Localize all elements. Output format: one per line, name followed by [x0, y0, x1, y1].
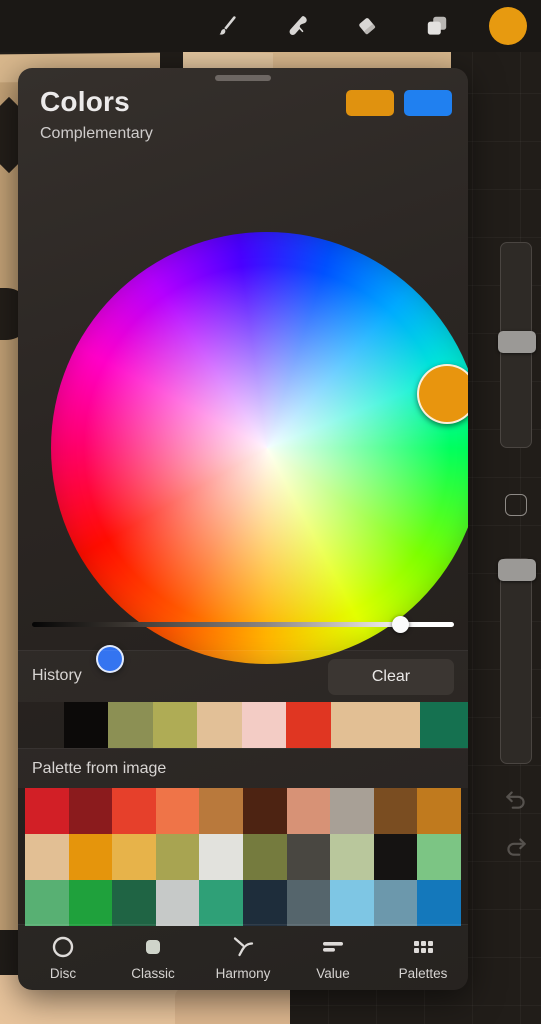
- tab-value[interactable]: Value: [288, 925, 378, 990]
- palette-swatch[interactable]: [417, 834, 461, 880]
- palette-swatch[interactable]: [112, 880, 156, 926]
- layers-tool-button[interactable]: [415, 4, 459, 48]
- tab-disc[interactable]: Disc: [18, 925, 108, 990]
- header-color-swatches: [346, 90, 452, 116]
- tab-harmony-label: Harmony: [215, 965, 271, 981]
- undo-button[interactable]: [503, 786, 529, 812]
- palette-swatch[interactable]: [112, 788, 156, 834]
- circle-outline-icon: [51, 935, 75, 959]
- tab-harmony[interactable]: Harmony: [198, 925, 288, 990]
- palette-swatch[interactable]: [155, 834, 200, 880]
- palette-swatch[interactable]: [417, 880, 461, 926]
- colors-panel: Colors Complementary History Clear Palet…: [18, 68, 468, 990]
- palette-swatch[interactable]: [373, 834, 418, 880]
- palette-swatch[interactable]: [25, 880, 69, 926]
- palette-swatch[interactable]: [417, 788, 461, 834]
- grid-icon: [410, 935, 436, 959]
- active-color-button[interactable]: [489, 7, 527, 45]
- palette-swatch[interactable]: [68, 788, 113, 834]
- primary-color-handle[interactable]: [417, 364, 468, 424]
- history-swatch[interactable]: [286, 702, 331, 748]
- palette-swatch[interactable]: [286, 788, 331, 834]
- palette-swatch[interactable]: [112, 834, 156, 880]
- clear-history-button[interactable]: Clear: [328, 659, 454, 695]
- tab-value-label: Value: [316, 965, 350, 981]
- layers-icon: [424, 13, 450, 39]
- brightness-slider[interactable]: [32, 610, 454, 640]
- history-swatch[interactable]: [419, 702, 468, 748]
- rounded-square-icon: [141, 935, 165, 959]
- eraser-icon: [354, 13, 380, 39]
- palette-swatch[interactable]: [199, 834, 243, 880]
- palette-row: [25, 834, 461, 880]
- palette-row: [25, 788, 461, 834]
- palette-swatch[interactable]: [373, 788, 418, 834]
- brush-size-slider-thumb[interactable]: [498, 331, 536, 354]
- palette-swatch[interactable]: [242, 788, 287, 834]
- palette-swatch[interactable]: [199, 880, 243, 926]
- history-swatch[interactable]: [152, 702, 198, 748]
- history-swatch[interactable]: [108, 702, 153, 748]
- brush-opacity-slider[interactable]: [498, 558, 536, 764]
- history-swatch-strip: [64, 702, 468, 748]
- color-mode-tab-bar: Disc Classic Harmony Value Palettes: [18, 924, 468, 990]
- palette-section: Palette from image: [18, 748, 468, 926]
- panel-header: Colors Complementary: [40, 86, 153, 143]
- color-wheel-disc[interactable]: [51, 232, 468, 664]
- palette-swatch[interactable]: [242, 880, 287, 926]
- right-sidebar: [491, 232, 541, 872]
- history-swatch[interactable]: [241, 702, 287, 748]
- page-title: Colors: [40, 86, 130, 117]
- palette-swatch[interactable]: [25, 788, 69, 834]
- smudge-tool-button[interactable]: [275, 4, 319, 48]
- brightness-slider-thumb[interactable]: [392, 616, 410, 633]
- palette-swatch[interactable]: [68, 834, 113, 880]
- tab-classic[interactable]: Classic: [108, 925, 198, 990]
- brush-size-slider[interactable]: [498, 242, 536, 448]
- history-header: History Clear: [18, 650, 468, 702]
- history-label: History: [32, 667, 82, 684]
- history-section: History Clear: [18, 650, 468, 748]
- palette-swatch[interactable]: [199, 788, 243, 834]
- modify-button[interactable]: [505, 494, 527, 516]
- panel-drag-handle[interactable]: [215, 75, 271, 81]
- redo-button[interactable]: [503, 833, 529, 859]
- palette-swatch[interactable]: [68, 880, 113, 926]
- palette-swatch[interactable]: [286, 834, 331, 880]
- palette-swatch[interactable]: [155, 788, 200, 834]
- tab-disc-label: Disc: [49, 965, 77, 981]
- harmony-mode-label: Complementary: [40, 125, 153, 142]
- palette-swatch[interactable]: [25, 834, 69, 880]
- palette-swatch[interactable]: [373, 880, 418, 926]
- brightness-slider-track: [32, 622, 454, 627]
- harmony-icon: [230, 935, 256, 959]
- history-swatch[interactable]: [64, 702, 109, 748]
- paintbrush-icon: [214, 13, 240, 39]
- smudge-icon: [283, 12, 311, 40]
- brush-opacity-slider-thumb[interactable]: [498, 559, 536, 581]
- color-wheel-area: [31, 158, 468, 673]
- palette-swatch[interactable]: [330, 788, 374, 834]
- primary-color-swatch[interactable]: [346, 90, 394, 116]
- value-bars-icon: [320, 935, 346, 959]
- palette-swatch[interactable]: [242, 834, 287, 880]
- palette-header[interactable]: Palette from image: [18, 748, 468, 788]
- palette-swatch[interactable]: [330, 880, 374, 926]
- brush-tool-button[interactable]: [205, 4, 249, 48]
- palette-swatch[interactable]: [286, 880, 331, 926]
- tab-palettes[interactable]: Palettes: [378, 925, 468, 990]
- palette-swatch[interactable]: [155, 880, 200, 926]
- tab-palettes-label: Palettes: [398, 965, 448, 981]
- eraser-tool-button[interactable]: [345, 4, 389, 48]
- palette-name-label: Palette from image: [32, 760, 167, 777]
- palette-row: [25, 880, 461, 926]
- tab-classic-label: Classic: [131, 965, 175, 981]
- secondary-color-swatch[interactable]: [404, 90, 452, 116]
- history-swatch[interactable]: [197, 702, 242, 748]
- palette-swatch[interactable]: [330, 834, 374, 880]
- top-toolbar: [0, 0, 541, 52]
- history-swatch[interactable]: [330, 702, 420, 748]
- palette-grid: [25, 788, 461, 926]
